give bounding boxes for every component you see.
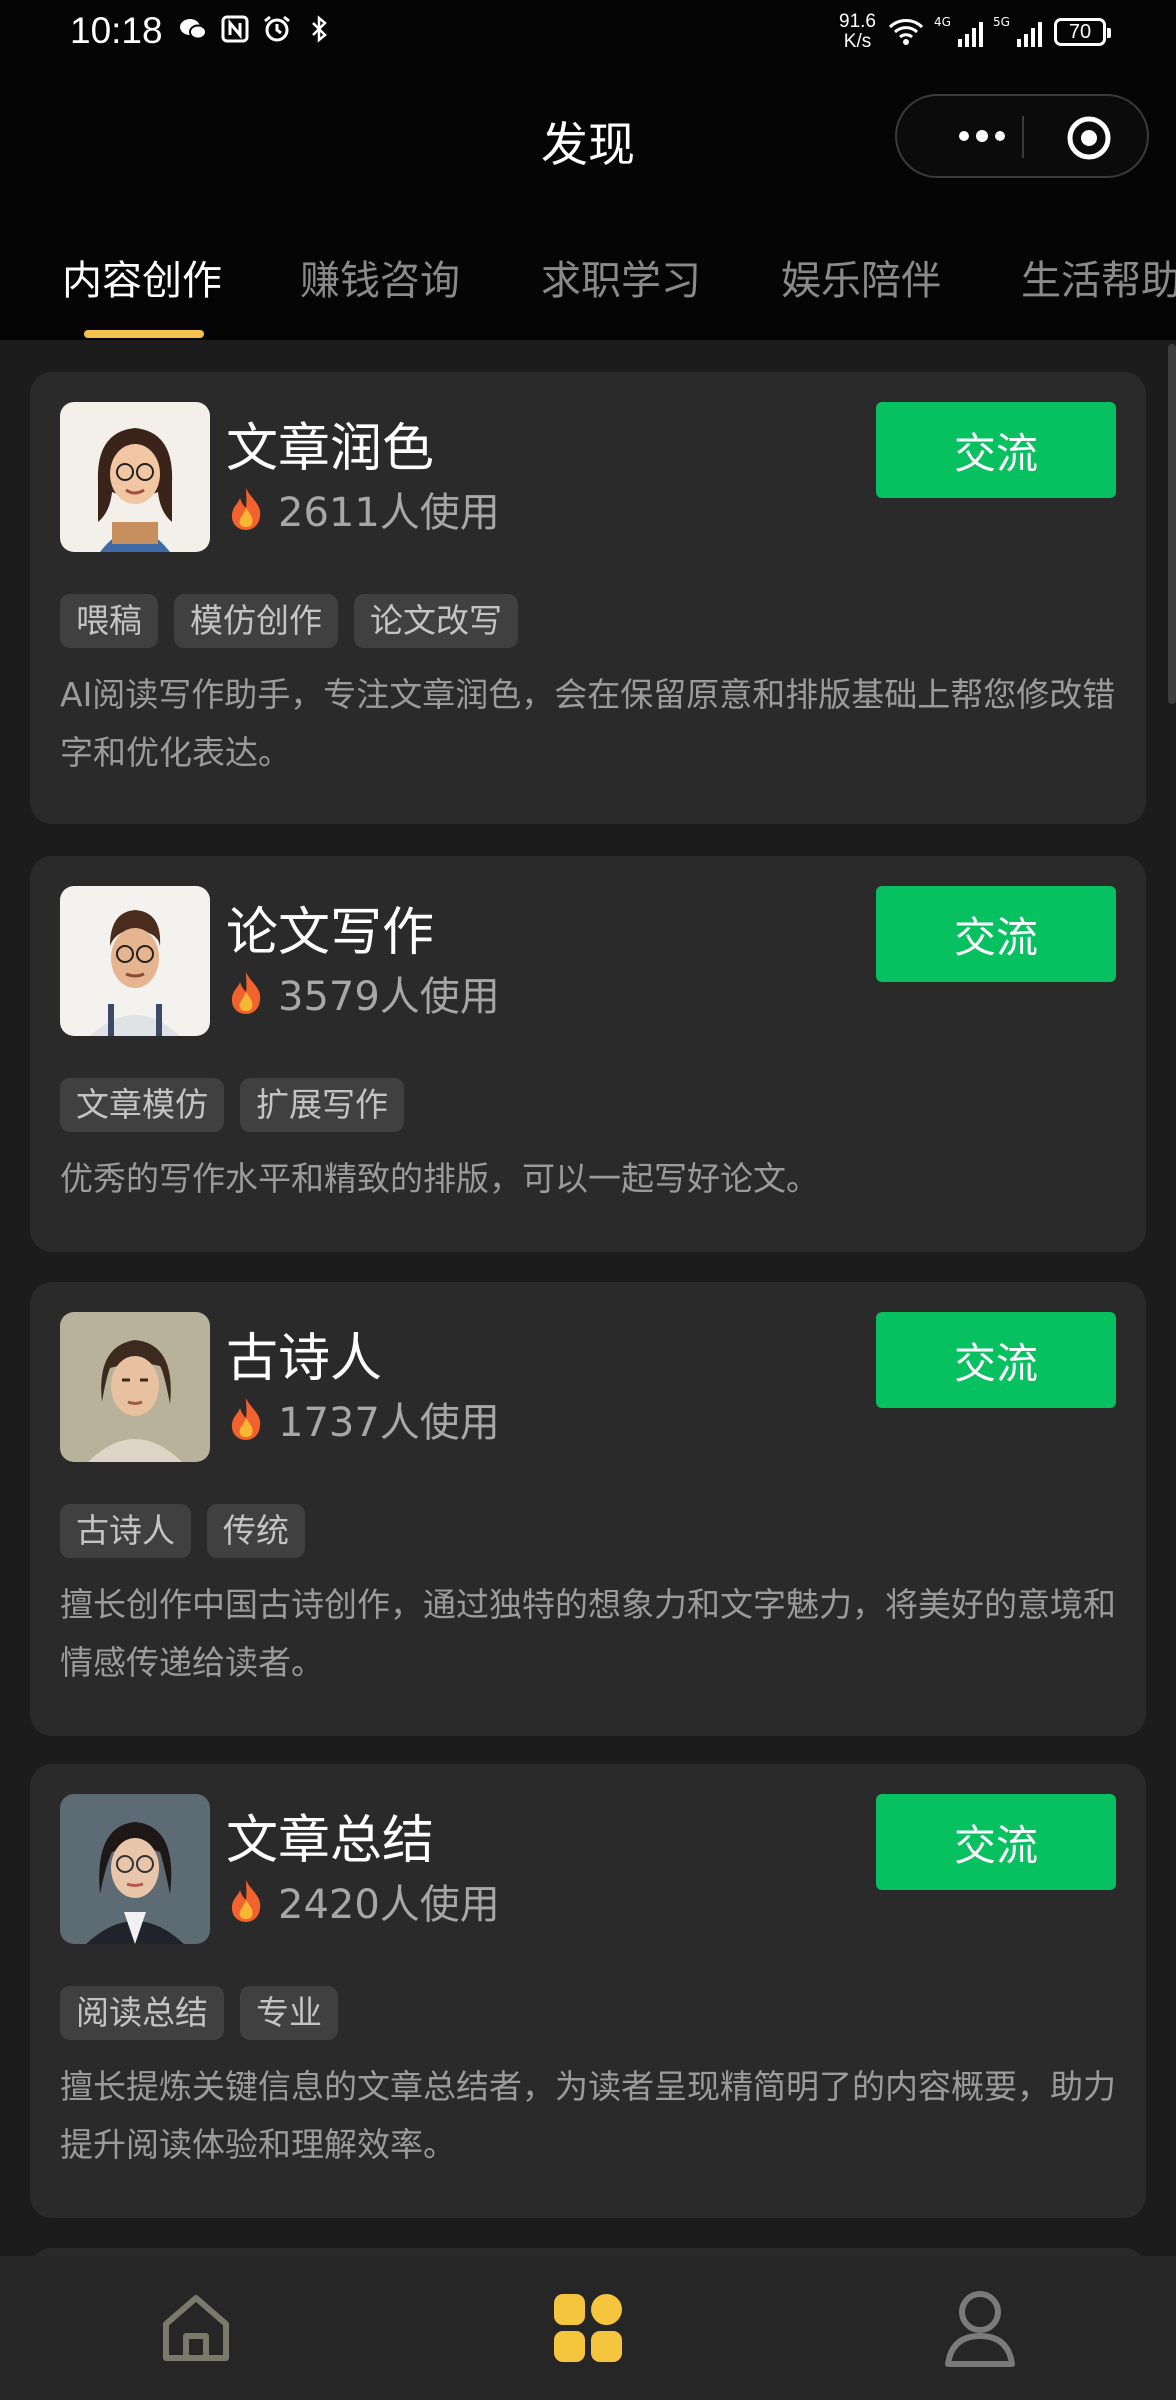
fire-icon <box>231 1398 261 1440</box>
status-bar: 10:18 91.6 K/s 4G 5G 70 <box>0 0 1176 70</box>
avatar <box>60 1794 210 1944</box>
assistant-card: 文章总结 2420人使用 交流 阅读总结 专业 擅长提炼关键信息的文章总结者，为… <box>30 1764 1146 2218</box>
status-right-icons: 91.6 K/s 4G 5G 70 <box>839 11 1111 52</box>
usage-count: 3579人使用 <box>226 964 500 1022</box>
capsule-divider <box>1022 116 1024 158</box>
battery-icon: 70 <box>1054 18 1111 46</box>
close-target-icon[interactable] <box>1065 114 1113 162</box>
avatar <box>60 886 210 1036</box>
tag: 专业 <box>240 1986 338 2040</box>
assistant-description: AI阅读写作助手，专注文章润色，会在保留原意和排版基础上帮您修改错字和优化表达。 <box>60 675 1116 772</box>
tag: 文章模仿 <box>60 1078 224 1132</box>
assistant-card: 文章润色 2611人使用 交流 喂稿 模仿创作 论文改写 AI阅读写作助手，专注… <box>30 372 1146 824</box>
usage-count: 2611人使用 <box>226 480 500 538</box>
avatar <box>60 1312 210 1462</box>
active-tab-indicator <box>84 330 204 338</box>
nav-profile[interactable] <box>940 2288 1020 2368</box>
assistant-card: 论文写作 3579人使用 交流 文章模仿 扩展写作 优秀的写作水平和精致的排版，… <box>30 856 1146 1252</box>
status-time: 10:18 <box>70 10 163 51</box>
bottom-navigation <box>0 2256 1176 2400</box>
tag: 模仿创作 <box>174 594 338 648</box>
tag: 扩展写作 <box>240 1078 404 1132</box>
tag: 阅读总结 <box>60 1986 224 2040</box>
tab-job-study[interactable]: 求职学习 <box>541 248 701 306</box>
assistant-name: 文章润色 <box>226 419 435 479</box>
tag: 论文改写 <box>354 594 518 648</box>
fire-icon <box>231 972 261 1014</box>
assistant-card <box>30 2248 1146 2256</box>
alarm-icon <box>262 14 292 44</box>
more-options-icon[interactable] <box>937 114 1027 158</box>
network-speed: 91.6 K/s <box>839 11 876 52</box>
chat-button[interactable]: 交流 <box>876 886 1116 982</box>
profile-icon <box>945 2291 1015 2367</box>
tab-life-help[interactable]: 生活帮助 <box>1021 248 1176 306</box>
assistant-name: 古诗人 <box>226 1329 383 1389</box>
assistant-description: 优秀的写作水平和精致的排版，可以一起写好论文。 <box>60 1159 819 1198</box>
tag: 喂稿 <box>60 594 158 648</box>
nfc-icon <box>220 14 250 44</box>
tag: 传统 <box>207 1504 305 1558</box>
tag-list: 阅读总结 专业 <box>60 1986 338 2040</box>
status-left-icons <box>178 14 334 44</box>
assistant-name: 论文写作 <box>226 903 435 963</box>
wifi-icon <box>888 17 924 47</box>
home-icon <box>163 2295 229 2361</box>
signal-icon-2: 5G <box>993 15 1042 47</box>
fire-icon <box>231 1880 261 1922</box>
tab-entertainment[interactable]: 娱乐陪伴 <box>781 248 941 306</box>
assistant-description: 擅长提炼关键信息的文章总结者，为读者呈现精简明了的内容概要，助力提升阅读体验和理… <box>60 2067 1116 2164</box>
chat-button[interactable]: 交流 <box>876 402 1116 498</box>
tag-list: 喂稿 模仿创作 论文改写 <box>60 594 518 648</box>
assistant-name: 文章总结 <box>226 1811 435 1871</box>
nav-home[interactable] <box>156 2288 236 2368</box>
category-tabs: 内容创作 赚钱咨询 求职学习 娱乐陪伴 生活帮助 <box>0 210 1176 340</box>
usage-count: 1737人使用 <box>226 1390 500 1448</box>
tab-money-consulting[interactable]: 赚钱咨询 <box>300 248 460 306</box>
tag: 古诗人 <box>60 1504 191 1558</box>
fire-icon <box>231 488 261 530</box>
chat-button[interactable]: 交流 <box>876 1794 1116 1890</box>
bluetooth-icon <box>304 14 334 44</box>
mini-program-capsule <box>895 94 1149 178</box>
tag-list: 古诗人 传统 <box>60 1504 305 1558</box>
page-header: 发现 <box>0 70 1176 210</box>
assistant-list[interactable]: 文章润色 2611人使用 交流 喂稿 模仿创作 论文改写 AI阅读写作助手，专注… <box>0 340 1176 2256</box>
usage-count: 2420人使用 <box>226 1872 500 1930</box>
scrollbar[interactable] <box>1168 344 1176 704</box>
assistant-card: 古诗人 1737人使用 交流 古诗人 传统 擅长创作中国古诗创作，通过独特的想象… <box>30 1282 1146 1736</box>
avatar <box>60 402 210 552</box>
assistant-description: 擅长创作中国古诗创作，通过独特的想象力和文字魅力，将美好的意境和情感传递给读者。 <box>60 1585 1116 1682</box>
signal-icon-1: 4G <box>934 15 983 47</box>
discover-grid-icon <box>554 2294 622 2362</box>
nav-discover[interactable] <box>548 2288 628 2368</box>
chat-button[interactable]: 交流 <box>876 1312 1116 1408</box>
tag-list: 文章模仿 扩展写作 <box>60 1078 404 1132</box>
wechat-icon <box>178 14 208 44</box>
tab-content-creation[interactable]: 内容创作 <box>62 248 222 306</box>
